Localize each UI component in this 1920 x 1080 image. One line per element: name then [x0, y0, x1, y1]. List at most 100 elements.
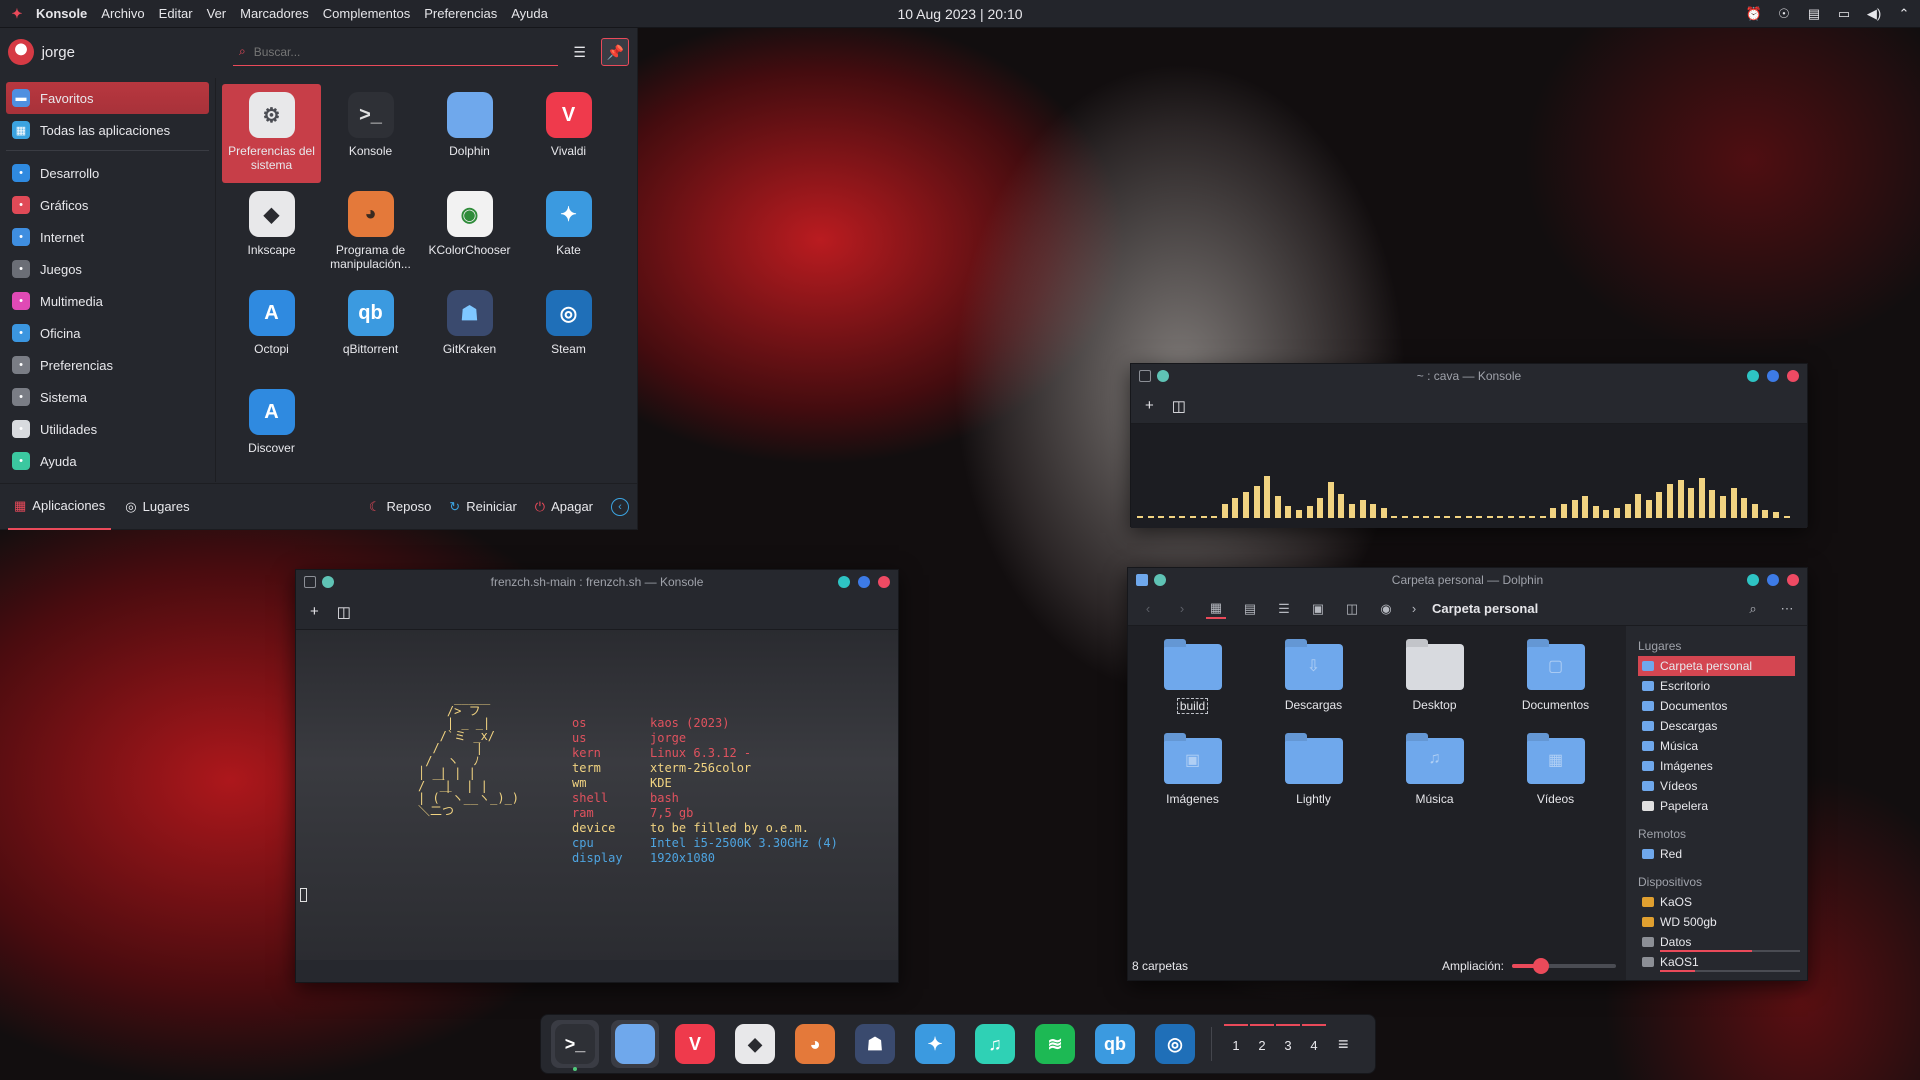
minimize-button[interactable]: [838, 576, 850, 588]
dock-steam[interactable]: ◎: [1151, 1020, 1199, 1068]
more-icon[interactable]: ⋯: [1777, 599, 1797, 619]
category-todas[interactable]: ▦ Todas las aplicaciones: [6, 114, 209, 146]
app-tile[interactable]: ☗ GitKraken: [420, 282, 519, 381]
app-tile[interactable]: ✦ Kate: [519, 183, 618, 282]
folder-item[interactable]: Desktop: [1374, 638, 1495, 732]
restart-button[interactable]: ↻ Reiniciar: [449, 499, 516, 515]
category-desarrollo[interactable]: • Desarrollo: [6, 157, 209, 189]
app-tile[interactable]: A Octopi: [222, 282, 321, 381]
titlebar[interactable]: ~ : cava — Konsole: [1131, 364, 1807, 388]
app-tile[interactable]: A Discover: [222, 381, 321, 480]
remote-item[interactable]: Red: [1638, 844, 1795, 864]
place-item[interactable]: Vídeos: [1638, 776, 1795, 796]
dock-inkscape[interactable]: ◆: [731, 1020, 779, 1068]
split-view-icon[interactable]: ◫: [337, 603, 351, 621]
close-button[interactable]: [1787, 370, 1799, 382]
sleep-button[interactable]: ☾ Reposo: [369, 499, 431, 515]
tab-aplicaciones[interactable]: ▦ Aplicaciones: [8, 484, 112, 530]
maximize-button[interactable]: [1767, 574, 1779, 586]
dock-vivaldi[interactable]: V: [671, 1020, 719, 1068]
category-internet[interactable]: • Internet: [6, 221, 209, 253]
folder-item[interactable]: build: [1132, 638, 1253, 732]
desktop-4[interactable]: 4: [1302, 1024, 1326, 1064]
device-item[interactable]: WD 500gb: [1638, 912, 1795, 932]
desktop-2[interactable]: 2: [1250, 1024, 1274, 1064]
search-icon[interactable]: ⌕: [1743, 599, 1763, 619]
dock-dolphin[interactable]: [611, 1020, 659, 1068]
menu-preferencias[interactable]: Preferencias: [424, 6, 497, 21]
compact-view-icon[interactable]: ▤: [1240, 599, 1260, 619]
device-item[interactable]: KaOS1: [1638, 952, 1800, 972]
split-view-icon[interactable]: ◫: [1172, 397, 1186, 415]
app-tile[interactable]: Dolphin: [420, 84, 519, 183]
close-button[interactable]: [878, 576, 890, 588]
eye-icon[interactable]: ◉: [1376, 599, 1396, 619]
folder-item[interactable]: ⇩ Descargas: [1253, 638, 1374, 732]
category-utilidades[interactable]: • Utilidades: [6, 413, 209, 445]
dock-kate[interactable]: ✦: [911, 1020, 959, 1068]
place-item[interactable]: Imágenes: [1638, 756, 1795, 776]
menu-ayuda[interactable]: Ayuda: [511, 6, 548, 21]
new-tab-icon[interactable]: +: [1145, 397, 1154, 414]
pin-button[interactable]: 📌: [601, 38, 630, 66]
menu-archivo[interactable]: Archivo: [101, 6, 144, 21]
dock-qbittorrent[interactable]: qb: [1091, 1020, 1139, 1068]
desktop-1[interactable]: 1: [1224, 1024, 1248, 1064]
place-item[interactable]: Descargas: [1638, 716, 1795, 736]
shutdown-button[interactable]: ⏻ Apagar: [535, 499, 593, 515]
place-item[interactable]: Documentos: [1638, 696, 1795, 716]
menu-marcadores[interactable]: Marcadores: [240, 6, 309, 21]
category-ayuda[interactable]: • Ayuda: [6, 445, 209, 477]
folder-item[interactable]: ▦ Vídeos: [1495, 732, 1616, 826]
search-input[interactable]: [253, 44, 534, 59]
forward-icon[interactable]: ›: [1172, 599, 1192, 619]
titlebar[interactable]: frenzch.sh-main : frenzch.sh — Konsole: [296, 570, 898, 594]
icons-view-icon[interactable]: ▦: [1206, 599, 1226, 619]
dock-gitkraken[interactable]: ☗: [851, 1020, 899, 1068]
menu-ver[interactable]: Ver: [207, 6, 227, 21]
app-tile[interactable]: ◉ KColorChooser: [420, 183, 519, 282]
category-multimedia[interactable]: • Multimedia: [6, 285, 209, 317]
app-tile[interactable]: ◕ Programa de manipulación...: [321, 183, 420, 282]
titlebar[interactable]: Carpeta personal — Dolphin: [1128, 568, 1807, 592]
category-gráficos[interactable]: • Gráficos: [6, 189, 209, 221]
dock-konsole[interactable]: >_: [551, 1020, 599, 1071]
notifications-icon[interactable]: ⏰: [1746, 6, 1762, 22]
dock-spotify[interactable]: ≋: [1031, 1020, 1079, 1068]
app-tile[interactable]: ◆ Inkscape: [222, 183, 321, 282]
breadcrumb[interactable]: Carpeta personal: [1432, 601, 1538, 616]
kde-logo-icon[interactable]: ✦: [8, 5, 26, 23]
zoom-knob[interactable]: [1533, 958, 1550, 974]
device-item[interactable]: Datos: [1638, 932, 1800, 952]
power-icon[interactable]: ☉: [1776, 6, 1792, 22]
configure-button[interactable]: ☰: [566, 38, 594, 66]
collapse-arrow-icon[interactable]: ⌃: [1896, 6, 1912, 22]
app-tile[interactable]: ⚙ Preferencias del sistema: [222, 84, 321, 183]
category-oficina[interactable]: • Oficina: [6, 317, 209, 349]
folder-item[interactable]: ♫ Música: [1374, 732, 1495, 826]
zoom-slider[interactable]: [1512, 958, 1616, 974]
details-view-icon[interactable]: ☰: [1274, 599, 1294, 619]
app-tile[interactable]: qb qBittorrent: [321, 282, 420, 381]
close-button[interactable]: [1787, 574, 1799, 586]
app-tile[interactable]: >_ Konsole: [321, 84, 420, 183]
dock-music[interactable]: ♫: [971, 1020, 1019, 1068]
app-tile[interactable]: ◎ Steam: [519, 282, 618, 381]
volume-icon[interactable]: ◀): [1866, 6, 1882, 22]
place-item[interactable]: Papelera: [1638, 796, 1795, 816]
minimize-button[interactable]: [1747, 574, 1759, 586]
category-favoritos[interactable]: ▬ Favoritos: [6, 82, 209, 114]
menu-editar[interactable]: Editar: [159, 6, 193, 21]
menu-complementos[interactable]: Complementos: [323, 6, 410, 21]
device-item[interactable]: KaOS: [1638, 892, 1795, 912]
chevron-left-icon[interactable]: ‹: [611, 497, 629, 516]
dock-gimp[interactable]: ◕: [791, 1020, 839, 1068]
clipboard-icon[interactable]: ▤: [1806, 6, 1822, 22]
desktop-3[interactable]: 3: [1276, 1024, 1300, 1064]
maximize-button[interactable]: [1767, 370, 1779, 382]
menu-app-name[interactable]: Konsole: [36, 6, 87, 21]
display-icon[interactable]: ▭: [1836, 6, 1852, 22]
back-icon[interactable]: ‹: [1138, 599, 1158, 619]
place-item[interactable]: Escritorio: [1638, 676, 1795, 696]
category-preferencias[interactable]: • Preferencias: [6, 349, 209, 381]
